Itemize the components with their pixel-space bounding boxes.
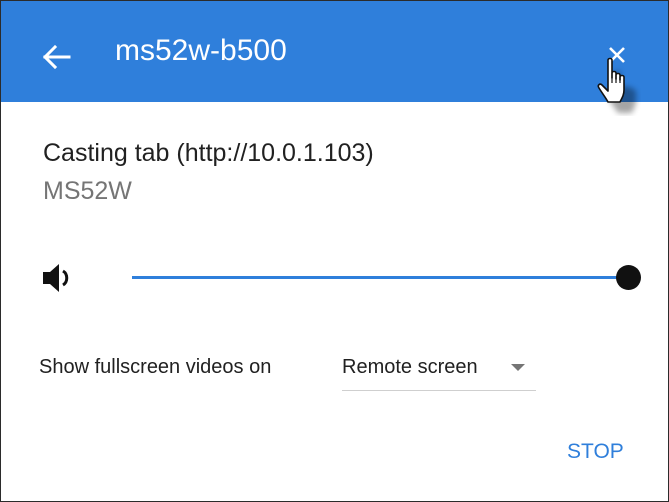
device-title: ms52w-b500: [115, 34, 287, 67]
volume-slider-track[interactable]: [132, 276, 629, 279]
arrow-left-icon: [42, 44, 71, 70]
dialog-header: ms52w-b500: [1, 1, 668, 113]
close-icon: [609, 47, 625, 63]
device-model-name: MS52W: [43, 177, 132, 205]
back-button[interactable]: [37, 37, 77, 77]
stop-button[interactable]: STOP: [567, 437, 624, 467]
volume-icon: [43, 264, 69, 292]
fullscreen-target-select[interactable]: Remote screen: [342, 350, 536, 391]
dropdown-arrow-icon: [511, 364, 525, 371]
close-button[interactable]: [599, 37, 635, 73]
cast-source-title: Casting tab (http://10.0.1.103): [43, 139, 374, 167]
fullscreen-target-value: Remote screen: [342, 356, 478, 378]
mute-button[interactable]: [41, 258, 81, 298]
fullscreen-label: Show fullscreen videos on: [39, 356, 272, 378]
cast-dialog: ms52w-b500 Casting tab (http://10.0.1.10…: [0, 0, 669, 502]
volume-slider-thumb[interactable]: [616, 265, 641, 290]
